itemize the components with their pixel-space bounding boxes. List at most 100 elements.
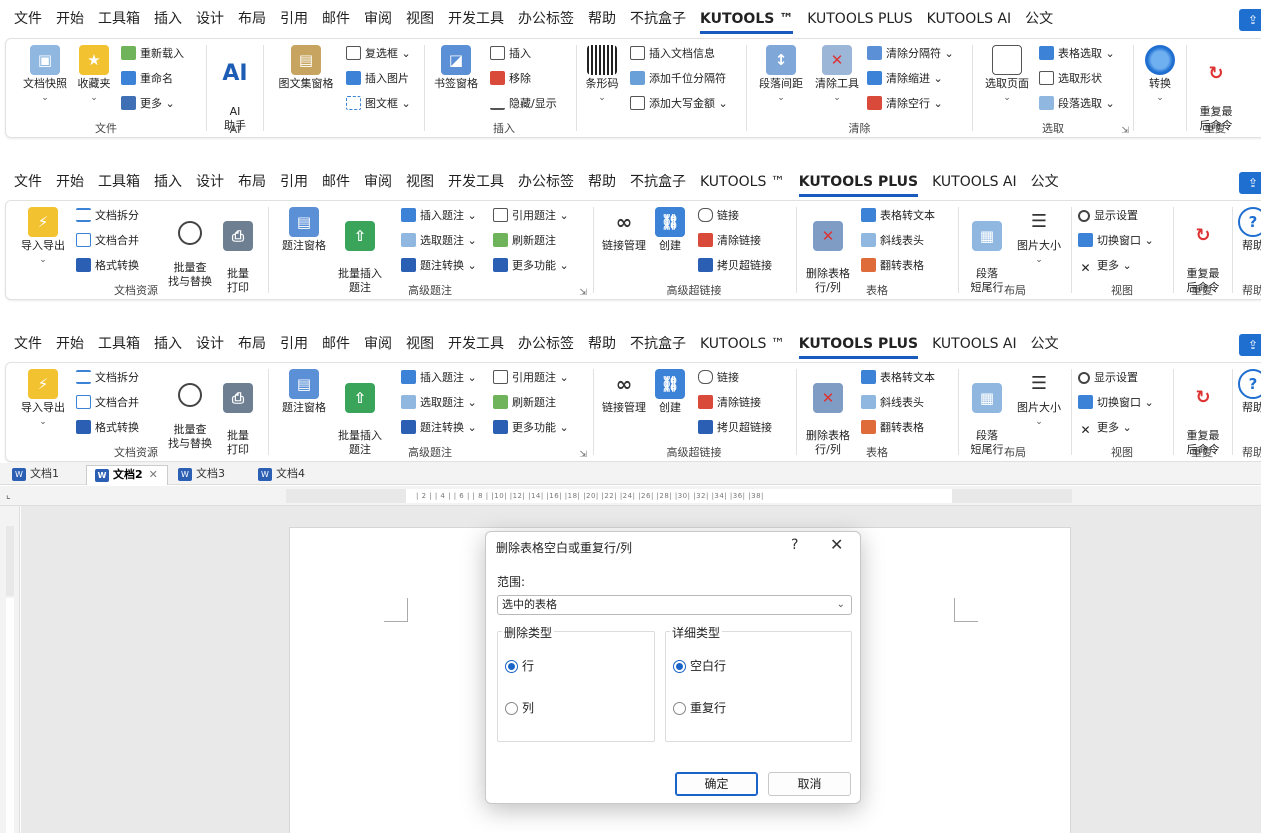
- tab-design[interactable]: 设计: [189, 325, 231, 363]
- create-link-button[interactable]: ⛓ 创建: [652, 207, 688, 253]
- flip-table-button[interactable]: 翻转表格: [861, 418, 924, 438]
- help-button[interactable]: ? 帮助: [1237, 207, 1261, 253]
- image-size-button[interactable]: ☰ 图片大小 ⌄: [1013, 207, 1065, 267]
- table-to-text-button[interactable]: 表格转文本: [861, 368, 935, 388]
- format-convert-button[interactable]: 格式转换: [76, 418, 139, 438]
- tab-kutools-ai[interactable]: KUTOOLS AI: [920, 0, 1019, 38]
- insert-image-button[interactable]: 插入图片: [346, 69, 409, 89]
- tab-file[interactable]: 文件: [0, 325, 49, 363]
- tab-developer[interactable]: 开发工具: [441, 325, 511, 363]
- clear-separator-button[interactable]: 清除分隔符 ⌄: [867, 44, 954, 64]
- link-button[interactable]: 链接: [698, 206, 739, 226]
- more-button[interactable]: 更多 ⌄: [121, 94, 175, 114]
- clear-blank-lines-button[interactable]: 清除空行 ⌄: [867, 94, 943, 114]
- convert-button[interactable]: 转换 ⌄: [1138, 45, 1182, 105]
- tab-layout[interactable]: 布局: [231, 0, 273, 38]
- tab-view[interactable]: 视图: [399, 0, 441, 38]
- favorites-button[interactable]: ★ 收藏夹 ⌄: [72, 45, 116, 105]
- share-icon[interactable]: ⇪: [1239, 334, 1261, 356]
- tab-official-doc[interactable]: 公文: [1024, 325, 1066, 363]
- link-manage-button[interactable]: ∞ 链接管理: [598, 207, 650, 253]
- tab-help[interactable]: 帮助: [581, 163, 623, 201]
- refresh-caption-button[interactable]: 刷新题注: [493, 393, 556, 413]
- tab-review[interactable]: 审阅: [357, 0, 399, 38]
- image-size-button[interactable]: ☰ 图片大小 ⌄: [1013, 369, 1065, 429]
- more-functions-button[interactable]: 更多功能 ⌄: [493, 256, 569, 276]
- close-icon[interactable]: ✕: [149, 468, 158, 481]
- tab-insert[interactable]: 插入: [147, 0, 189, 38]
- tab-view[interactable]: 视图: [399, 163, 441, 201]
- tab-design[interactable]: 设计: [189, 0, 231, 38]
- close-icon[interactable]: ✕: [830, 535, 843, 554]
- link-manage-button[interactable]: ∞ 链接管理: [598, 369, 650, 415]
- select-caption-button[interactable]: 选取题注 ⌄: [401, 231, 477, 251]
- tab-file[interactable]: 文件: [0, 0, 49, 38]
- more-functions-button[interactable]: 更多功能 ⌄: [493, 418, 569, 438]
- doc-tab-1[interactable]: W 文档1: [4, 465, 82, 485]
- merge-doc-button[interactable]: 文档合并: [76, 231, 139, 251]
- tab-mailings[interactable]: 邮件: [315, 163, 357, 201]
- select-caption-button[interactable]: 选取题注 ⌄: [401, 393, 477, 413]
- flip-table-button[interactable]: 翻转表格: [861, 256, 924, 276]
- import-export-button[interactable]: ⚡ 导入导出 ⌄: [16, 207, 70, 267]
- tab-review[interactable]: 审阅: [357, 163, 399, 201]
- tab-kutools-plus[interactable]: KUTOOLS PLUS: [792, 325, 925, 363]
- tab-mailings[interactable]: 邮件: [315, 325, 357, 363]
- tab-insert[interactable]: 插入: [147, 325, 189, 363]
- diagonal-header-button[interactable]: 斜线表头: [861, 393, 924, 413]
- table-to-text-button[interactable]: 表格转文本: [861, 206, 935, 226]
- tab-help[interactable]: 帮助: [581, 325, 623, 363]
- help-button[interactable]: ? 帮助: [1237, 369, 1261, 415]
- rename-button[interactable]: 重命名: [121, 69, 173, 89]
- diagonal-header-button[interactable]: 斜线表头: [861, 231, 924, 251]
- tab-toolbox[interactable]: 工具箱: [91, 163, 147, 201]
- insert-doc-info-button[interactable]: 插入文档信息: [630, 44, 715, 64]
- radio-row[interactable]: 行: [505, 659, 534, 675]
- tab-design[interactable]: 设计: [189, 163, 231, 201]
- clear-link-button[interactable]: 清除链接: [698, 231, 761, 251]
- caption-pane-button[interactable]: ▤ 题注窗格: [277, 369, 331, 415]
- ok-button[interactable]: 确定: [675, 772, 758, 796]
- vertical-ruler[interactable]: [0, 506, 20, 833]
- tab-review[interactable]: 审阅: [357, 325, 399, 363]
- tab-bukang-box[interactable]: 不抗盒子: [623, 0, 693, 38]
- reload-button[interactable]: 重新载入: [121, 44, 184, 64]
- more-view-button[interactable]: ✕ 更多 ⌄: [1078, 256, 1131, 276]
- horizontal-ruler[interactable]: | 2 | | 4 | | 6 | | 8 | |10| |12| |14| |…: [286, 489, 1072, 503]
- tab-kutools[interactable]: KUTOOLS ™: [693, 325, 792, 363]
- tab-references[interactable]: 引用: [273, 325, 315, 363]
- clear-link-button[interactable]: 清除链接: [698, 393, 761, 413]
- radio-column[interactable]: 列: [505, 701, 534, 717]
- caption-convert-button[interactable]: 题注转换 ⌄: [401, 418, 477, 438]
- tab-file[interactable]: 文件: [0, 163, 49, 201]
- tab-kutools-ai[interactable]: KUTOOLS AI: [925, 325, 1024, 363]
- radio-duplicate-row[interactable]: 重复行: [673, 701, 726, 717]
- copy-hyperlink-button[interactable]: 拷贝超链接: [698, 256, 772, 276]
- import-export-button[interactable]: ⚡ 导入导出 ⌄: [16, 369, 70, 429]
- tab-official-doc[interactable]: 公文: [1018, 0, 1060, 38]
- tab-official-doc[interactable]: 公文: [1024, 163, 1066, 201]
- tab-insert[interactable]: 插入: [147, 163, 189, 201]
- copy-hyperlink-button[interactable]: 拷贝超链接: [698, 418, 772, 438]
- share-icon[interactable]: ⇪: [1239, 9, 1261, 31]
- select-page-button[interactable]: 选取页面 ⌄: [981, 45, 1033, 105]
- cite-caption-button[interactable]: 引用题注 ⌄: [493, 206, 569, 226]
- select-shape-button[interactable]: 选取形状: [1039, 69, 1102, 89]
- display-settings-button[interactable]: 显示设置: [1078, 368, 1138, 388]
- paragraph-spacing-button[interactable]: ↕ 段落间距 ⌄: [755, 45, 807, 105]
- tab-developer[interactable]: 开发工具: [441, 0, 511, 38]
- tab-home[interactable]: 开始: [49, 163, 91, 201]
- tab-references[interactable]: 引用: [273, 0, 315, 38]
- display-settings-button[interactable]: 显示设置: [1078, 206, 1138, 226]
- share-icon[interactable]: ⇪: [1239, 172, 1261, 194]
- tab-home[interactable]: 开始: [49, 0, 91, 38]
- tab-view[interactable]: 视图: [399, 325, 441, 363]
- radio-blank-row[interactable]: 空白行: [673, 659, 726, 675]
- caption-pane-button[interactable]: ▤ 题注窗格: [277, 207, 331, 253]
- tab-bukang-box[interactable]: 不抗盒子: [623, 163, 693, 201]
- more-view-button[interactable]: ✕ 更多 ⌄: [1078, 418, 1131, 438]
- select-table-button[interactable]: 表格选取 ⌄: [1039, 44, 1115, 64]
- tab-kutools[interactable]: KUTOOLS ™: [693, 0, 800, 38]
- switch-window-button[interactable]: 切换窗口 ⌄: [1078, 231, 1154, 251]
- tab-layout[interactable]: 布局: [231, 325, 273, 363]
